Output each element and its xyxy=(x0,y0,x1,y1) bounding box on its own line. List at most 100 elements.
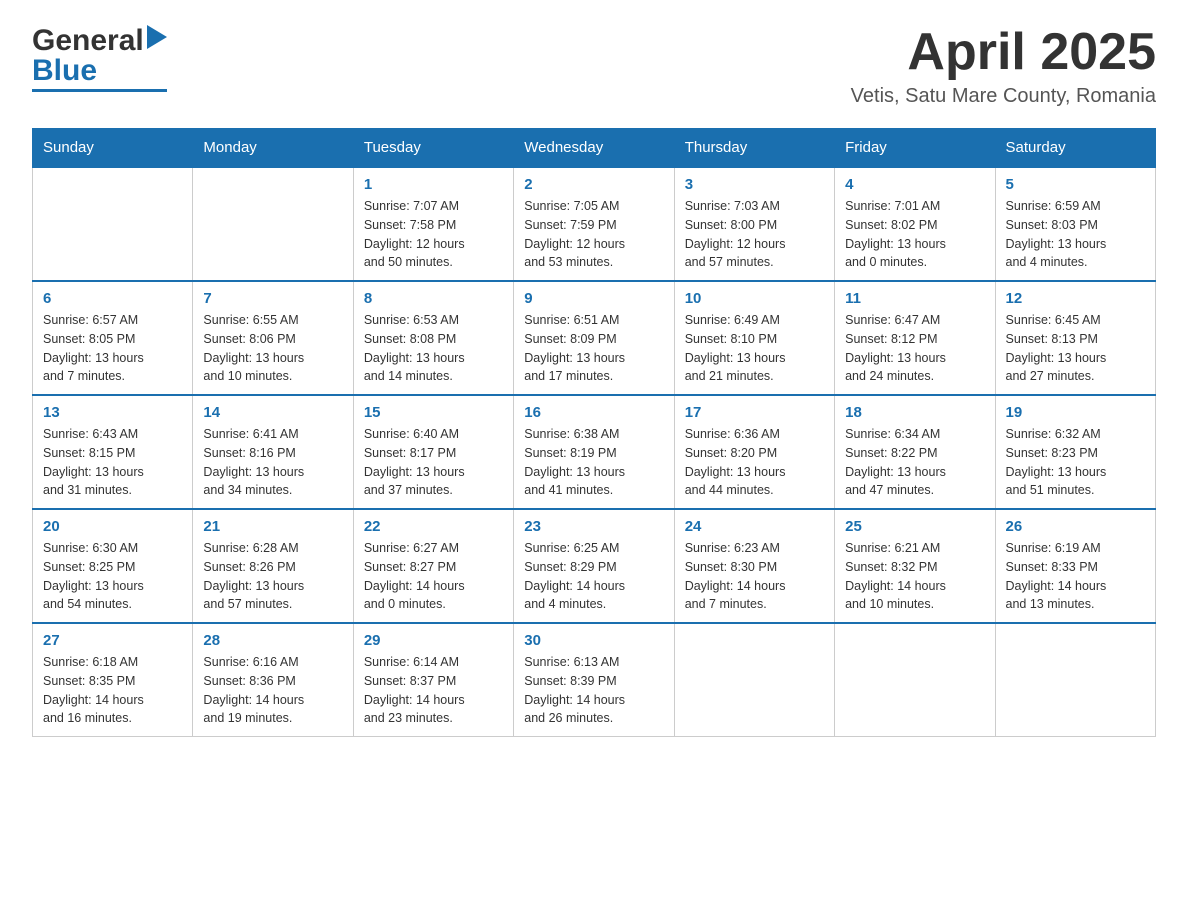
day-info: Sunrise: 6:36 AMSunset: 8:20 PMDaylight:… xyxy=(685,425,824,500)
day-number: 19 xyxy=(1006,404,1145,421)
week-row-4: 20 Sunrise: 6:30 AMSunset: 8:25 PMDayligh… xyxy=(33,509,1156,623)
header-monday: Monday xyxy=(193,129,353,168)
day-number: 21 xyxy=(203,518,342,535)
calendar-cell-w4-d5: 24 Sunrise: 6:23 AMSunset: 8:30 PMDayligh… xyxy=(674,509,834,623)
day-number: 1 xyxy=(364,176,503,193)
calendar-cell-w2-d7: 12Sunrise: 6:45 AMSunset: 8:13 PMDayligh… xyxy=(995,281,1155,395)
header-thursday: Thursday xyxy=(674,129,834,168)
day-info: Sunrise: 7:03 AMSunset: 8:00 PMDaylight:… xyxy=(685,197,824,272)
calendar-cell-w3-d4: 16 Sunrise: 6:38 AMSunset: 8:19 PMDayligh… xyxy=(514,395,674,509)
day-info: Sunrise: 6:55 AMSunset: 8:06 PMDaylight:… xyxy=(203,311,342,386)
calendar-cell-w2-d3: 8Sunrise: 6:53 AMSunset: 8:08 PMDaylight… xyxy=(353,281,513,395)
day-number: 11 xyxy=(845,290,984,307)
day-info: Sunrise: 6:57 AMSunset: 8:05 PMDaylight:… xyxy=(43,311,182,386)
day-number: 6 xyxy=(43,290,182,307)
logo: General Blue xyxy=(32,24,167,92)
calendar-cell-w3-d7: 19 Sunrise: 6:32 AMSunset: 8:23 PMDayligh… xyxy=(995,395,1155,509)
day-number: 18 xyxy=(845,404,984,421)
day-info: Sunrise: 7:07 AMSunset: 7:58 PMDaylight:… xyxy=(364,197,503,272)
logo-general-text: General xyxy=(32,24,144,58)
header-wednesday: Wednesday xyxy=(514,129,674,168)
calendar-cell-w4-d2: 21Sunrise: 6:28 AMSunset: 8:26 PMDayligh… xyxy=(193,509,353,623)
day-number: 26 xyxy=(1006,518,1145,535)
calendar-cell-w4-d6: 25 Sunrise: 6:21 AMSunset: 8:32 PMDayligh… xyxy=(835,509,995,623)
day-number: 27 xyxy=(43,632,182,649)
calendar-cell-w2-d4: 9Sunrise: 6:51 AMSunset: 8:09 PMDaylight… xyxy=(514,281,674,395)
day-number: 30 xyxy=(524,632,663,649)
day-info: Sunrise: 6:19 AMSunset: 8:33 PMDaylight:… xyxy=(1006,539,1145,614)
day-number: 24 xyxy=(685,518,824,535)
day-info: Sunrise: 6:49 AMSunset: 8:10 PMDaylight:… xyxy=(685,311,824,386)
day-info: Sunrise: 6:43 AMSunset: 8:15 PMDaylight:… xyxy=(43,425,182,500)
day-info: Sunrise: 6:30 AMSunset: 8:25 PMDaylight:… xyxy=(43,539,182,614)
calendar-cell-w1-d2 xyxy=(193,167,353,281)
day-number: 25 xyxy=(845,518,984,535)
calendar-cell-w2-d2: 7Sunrise: 6:55 AMSunset: 8:06 PMDaylight… xyxy=(193,281,353,395)
calendar-cell-w2-d5: 10 Sunrise: 6:49 AMSunset: 8:10 PMDayligh… xyxy=(674,281,834,395)
calendar-cell-w4-d7: 26 Sunrise: 6:19 AMSunset: 8:33 PMDayligh… xyxy=(995,509,1155,623)
day-info: Sunrise: 7:05 AMSunset: 7:59 PMDaylight:… xyxy=(524,197,663,272)
header-friday: Friday xyxy=(835,129,995,168)
week-row-1: 1 Sunrise: 7:07 AMSunset: 7:58 PMDaylight… xyxy=(33,167,1156,281)
day-info: Sunrise: 6:16 AMSunset: 8:36 PMDaylight:… xyxy=(203,653,342,728)
calendar-cell-w4-d4: 23 Sunrise: 6:25 AMSunset: 8:29 PMDayligh… xyxy=(514,509,674,623)
day-number: 2 xyxy=(524,176,663,193)
week-row-2: 6 Sunrise: 6:57 AMSunset: 8:05 PMDaylight… xyxy=(33,281,1156,395)
calendar-cell-w3-d6: 18 Sunrise: 6:34 AMSunset: 8:22 PMDayligh… xyxy=(835,395,995,509)
calendar-cell-w2-d1: 6 Sunrise: 6:57 AMSunset: 8:05 PMDaylight… xyxy=(33,281,193,395)
calendar-cell-w3-d5: 17Sunrise: 6:36 AMSunset: 8:20 PMDayligh… xyxy=(674,395,834,509)
calendar-cell-w5-d4: 30Sunrise: 6:13 AMSunset: 8:39 PMDayligh… xyxy=(514,623,674,737)
location-title: Vetis, Satu Mare County, Romania xyxy=(851,85,1156,108)
calendar-cell-w5-d7 xyxy=(995,623,1155,737)
day-info: Sunrise: 7:01 AMSunset: 8:02 PMDaylight:… xyxy=(845,197,984,272)
week-row-3: 13 Sunrise: 6:43 AMSunset: 8:15 PMDayligh… xyxy=(33,395,1156,509)
day-number: 10 xyxy=(685,290,824,307)
calendar-cell-w3-d2: 14 Sunrise: 6:41 AMSunset: 8:16 PMDayligh… xyxy=(193,395,353,509)
day-info: Sunrise: 6:14 AMSunset: 8:37 PMDaylight:… xyxy=(364,653,503,728)
calendar-cell-w3-d3: 15Sunrise: 6:40 AMSunset: 8:17 PMDayligh… xyxy=(353,395,513,509)
calendar-cell-w4-d1: 20 Sunrise: 6:30 AMSunset: 8:25 PMDayligh… xyxy=(33,509,193,623)
day-number: 8 xyxy=(364,290,503,307)
calendar-table: Sunday Monday Tuesday Wednesday Thursday… xyxy=(32,128,1156,737)
day-info: Sunrise: 6:23 AMSunset: 8:30 PMDaylight:… xyxy=(685,539,824,614)
day-info: Sunrise: 6:34 AMSunset: 8:22 PMDaylight:… xyxy=(845,425,984,500)
day-number: 3 xyxy=(685,176,824,193)
days-header-row: Sunday Monday Tuesday Wednesday Thursday… xyxy=(33,129,1156,168)
day-number: 5 xyxy=(1006,176,1145,193)
day-info: Sunrise: 6:27 AMSunset: 8:27 PMDaylight:… xyxy=(364,539,503,614)
calendar-cell-w2-d6: 11 Sunrise: 6:47 AMSunset: 8:12 PMDayligh… xyxy=(835,281,995,395)
day-info: Sunrise: 6:40 AMSunset: 8:17 PMDaylight:… xyxy=(364,425,503,500)
day-number: 20 xyxy=(43,518,182,535)
day-number: 28 xyxy=(203,632,342,649)
calendar-cell-w1-d7: 5 Sunrise: 6:59 AMSunset: 8:03 PMDaylight… xyxy=(995,167,1155,281)
day-info: Sunrise: 6:59 AMSunset: 8:03 PMDaylight:… xyxy=(1006,197,1145,272)
day-info: Sunrise: 6:38 AMSunset: 8:19 PMDaylight:… xyxy=(524,425,663,500)
page-header: General Blue April 2025 Vetis, Satu Mare… xyxy=(32,24,1156,108)
month-title: April 2025 xyxy=(851,24,1156,81)
day-info: Sunrise: 6:47 AMSunset: 8:12 PMDaylight:… xyxy=(845,311,984,386)
day-number: 29 xyxy=(364,632,503,649)
day-info: Sunrise: 6:41 AMSunset: 8:16 PMDaylight:… xyxy=(203,425,342,500)
calendar-cell-w5-d5 xyxy=(674,623,834,737)
calendar-cell-w5-d1: 27 Sunrise: 6:18 AMSunset: 8:35 PMDayligh… xyxy=(33,623,193,737)
day-info: Sunrise: 6:21 AMSunset: 8:32 PMDaylight:… xyxy=(845,539,984,614)
day-info: Sunrise: 6:18 AMSunset: 8:35 PMDaylight:… xyxy=(43,653,182,728)
calendar-cell-w1-d5: 3 Sunrise: 7:03 AMSunset: 8:00 PMDaylight… xyxy=(674,167,834,281)
day-number: 13 xyxy=(43,404,182,421)
day-number: 14 xyxy=(203,404,342,421)
header-saturday: Saturday xyxy=(995,129,1155,168)
header-sunday: Sunday xyxy=(33,129,193,168)
calendar-cell-w1-d4: 2 Sunrise: 7:05 AMSunset: 7:59 PMDaylight… xyxy=(514,167,674,281)
calendar-cell-w1-d6: 4Sunrise: 7:01 AMSunset: 8:02 PMDaylight… xyxy=(835,167,995,281)
day-number: 9 xyxy=(524,290,663,307)
day-info: Sunrise: 6:25 AMSunset: 8:29 PMDaylight:… xyxy=(524,539,663,614)
logo-arrow-icon xyxy=(147,25,167,54)
logo-underline xyxy=(32,89,167,92)
week-row-5: 27 Sunrise: 6:18 AMSunset: 8:35 PMDayligh… xyxy=(33,623,1156,737)
calendar-cell-w5-d6 xyxy=(835,623,995,737)
day-info: Sunrise: 6:32 AMSunset: 8:23 PMDaylight:… xyxy=(1006,425,1145,500)
logo-blue-text: Blue xyxy=(32,54,97,88)
day-number: 16 xyxy=(524,404,663,421)
day-number: 23 xyxy=(524,518,663,535)
calendar-cell-w4-d3: 22Sunrise: 6:27 AMSunset: 8:27 PMDayligh… xyxy=(353,509,513,623)
